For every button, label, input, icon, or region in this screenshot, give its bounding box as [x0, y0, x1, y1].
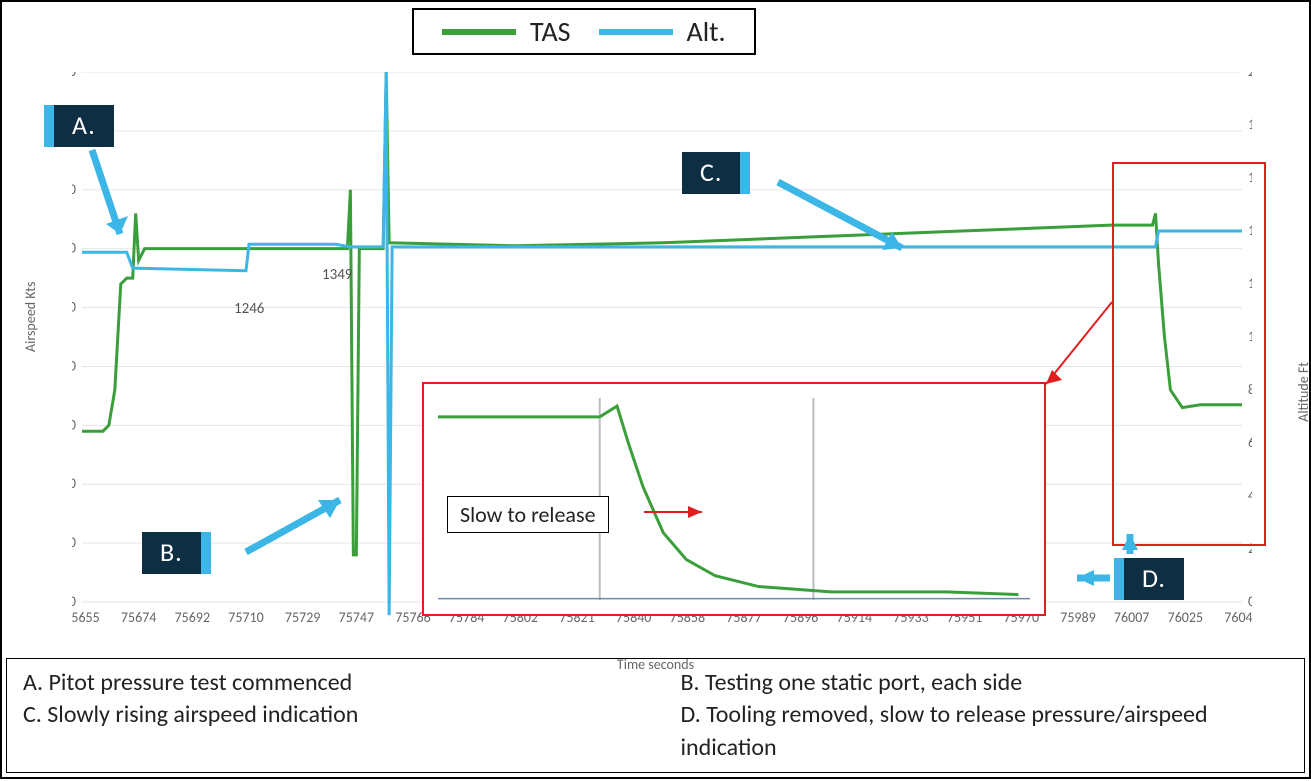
caption-b: B. Testing one static port, each side	[681, 667, 1289, 699]
callout-b-label: B.	[142, 532, 201, 574]
svg-text:75729: 75729	[285, 609, 320, 626]
svg-text:75674: 75674	[121, 609, 156, 626]
caption-d: D. Tooling removed, slow to release pres…	[681, 699, 1289, 764]
callout-d-edge	[1114, 558, 1124, 600]
svg-text:80: 80	[72, 181, 76, 198]
legend-item-tas: TAS	[442, 14, 571, 49]
svg-text:40: 40	[72, 299, 76, 316]
callout-c-edge	[740, 152, 750, 194]
region-d-highlight	[1112, 162, 1266, 546]
callout-a-label: A.	[54, 105, 114, 147]
callout-c: C.	[682, 152, 750, 194]
legend-swatch-alt	[599, 29, 673, 35]
y-left-axis-label: Airspeed Kts	[22, 282, 39, 352]
legend-swatch-tas	[442, 29, 516, 35]
callout-b-edge	[201, 532, 211, 574]
svg-text:60: 60	[72, 240, 76, 257]
svg-text:120: 120	[72, 72, 76, 80]
legend-label-alt: Alt.	[687, 14, 726, 49]
svg-text:20: 20	[72, 357, 76, 374]
svg-text:1800: 1800	[1248, 116, 1252, 133]
y-right-axis-label: Altitude Ft	[1295, 362, 1311, 422]
callout-c-label: C.	[682, 152, 740, 194]
svg-text:76044: 76044	[1224, 609, 1252, 626]
data-label-1: 1349	[322, 266, 352, 284]
caption-a: A. Pitot pressure test commenced	[23, 667, 631, 699]
svg-text:-20: -20	[72, 475, 76, 492]
svg-text:-40: -40	[72, 534, 76, 551]
svg-text:-60: -60	[72, 593, 76, 610]
svg-text:76007: 76007	[1114, 609, 1149, 626]
svg-text:2000: 2000	[1248, 72, 1252, 80]
svg-text:76025: 76025	[1168, 609, 1203, 626]
caption-c: C. Slowly rising airspeed indication	[23, 699, 631, 764]
svg-text:75989: 75989	[1060, 609, 1095, 626]
legend: TAS Alt.	[412, 8, 756, 55]
svg-text:0: 0	[1248, 593, 1252, 610]
callout-a: A.	[44, 105, 114, 147]
svg-text:75655: 75655	[72, 609, 100, 626]
figure-container: TAS Alt. -60-40-200204060801001200200400…	[0, 0, 1311, 779]
data-label-2: 1246	[234, 300, 264, 318]
svg-text:75710: 75710	[228, 609, 263, 626]
svg-text:0: 0	[72, 416, 76, 433]
inset-annotation-label: Slow to release	[447, 496, 609, 533]
legend-label-tas: TAS	[530, 14, 571, 49]
callout-a-edge	[44, 105, 54, 147]
svg-text:75747: 75747	[339, 609, 374, 626]
legend-item-alt: Alt.	[599, 14, 726, 49]
svg-text:75692: 75692	[175, 609, 210, 626]
callout-d-label: D.	[1124, 558, 1184, 600]
callout-d: D.	[1114, 558, 1184, 600]
callout-b: B.	[142, 532, 211, 574]
caption-box: A. Pitot pressure test commenced B. Test…	[6, 658, 1305, 773]
